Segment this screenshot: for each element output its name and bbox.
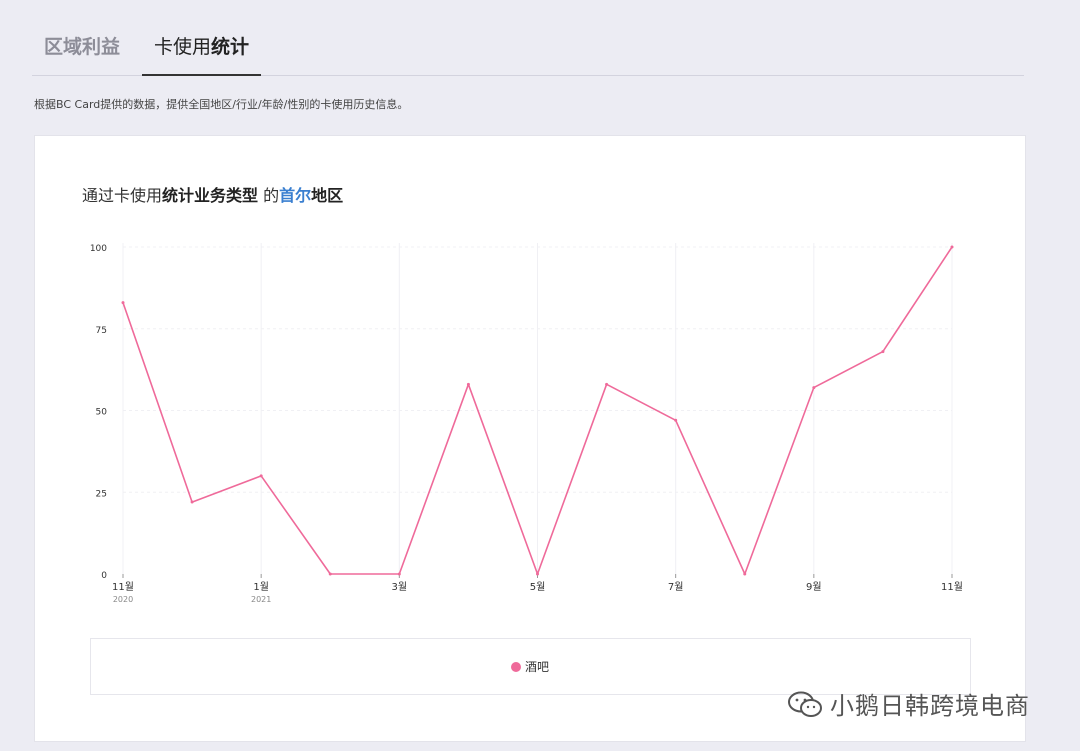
legend-item-bar[interactable]: 酒吧 xyxy=(511,658,549,675)
tab-label-bold: 统计 xyxy=(211,36,250,58)
data-point xyxy=(812,386,816,390)
data-point xyxy=(466,382,470,386)
data-point xyxy=(328,572,332,576)
data-point xyxy=(743,572,747,576)
wechat-icon xyxy=(786,689,824,719)
data-point xyxy=(536,572,539,576)
x-tick-label: 11월 xyxy=(112,581,134,593)
watermark-text: 小鹅日韩跨境电商 xyxy=(830,692,1030,720)
x-tick-label: 11월 xyxy=(941,581,963,593)
data-point xyxy=(881,350,885,354)
x-tick-label: 7월 xyxy=(668,581,684,593)
x-year-label: 2020 xyxy=(113,595,133,604)
line-chart: 0 25 50 75 100 11월 2020 1월 2021 3월 5월 7월 9월 11월 xyxy=(90,243,963,604)
legend-label: 酒吧 xyxy=(525,660,550,674)
tab-bar: 区域利益 卡使用统计 xyxy=(32,22,1024,76)
data-point xyxy=(674,418,678,422)
x-tick-label: 9월 xyxy=(806,581,822,593)
x-tick-label: 1월 xyxy=(253,581,269,593)
y-tick-label: 0 xyxy=(101,571,107,581)
y-tick-label: 25 xyxy=(96,489,107,499)
tab-regional-benefits[interactable]: 区域利益 xyxy=(44,34,120,75)
data-point xyxy=(190,500,194,504)
y-tick-label: 75 xyxy=(96,326,107,336)
legend-dot xyxy=(511,661,521,672)
data-point xyxy=(605,382,609,386)
watermark: 小鹅日韩跨境电商 xyxy=(786,686,1030,721)
page-description: 根据BC Card提供的数据，提供全国地区/行业/年龄/性别的卡使用历史信息。 xyxy=(34,98,409,111)
tab-card-usage-stats[interactable]: 卡使用统计 xyxy=(142,34,262,76)
y-tick-label: 100 xyxy=(90,244,107,254)
data-point xyxy=(950,245,954,249)
data-point xyxy=(121,301,125,305)
chart-card: 通过卡使用统计业务类型 的首尔地区 0 25 50 75 100 11월 2020 1월 202… xyxy=(34,135,1026,742)
x-year-label: 2021 xyxy=(251,595,271,604)
data-point xyxy=(397,572,401,576)
tab-label-prefix: 卡使用 xyxy=(154,36,212,58)
x-tick-label: 3월 xyxy=(392,581,408,593)
y-tick-label: 50 xyxy=(96,408,108,418)
x-tick-label: 5월 xyxy=(530,581,546,593)
data-point xyxy=(259,474,263,478)
